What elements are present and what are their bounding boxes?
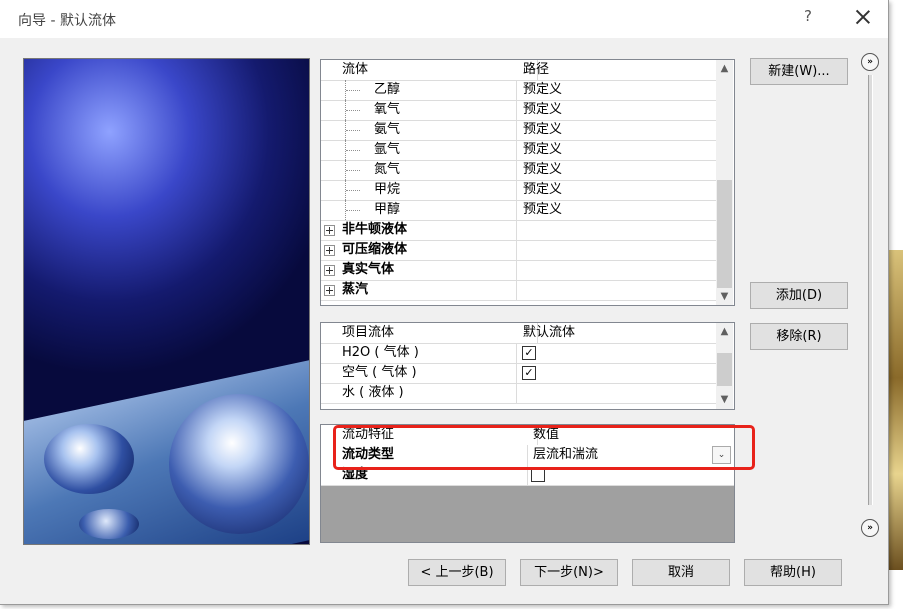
- fluids-grid[interactable]: 流体 路径 乙醇 预定义 氧气 预定义 氨气 预定义 氩气 预定义 氮气 预定义 甲烷 预定义 甲醇 预定…: [320, 59, 735, 306]
- fluid-item-row[interactable]: 氩气 预定义: [321, 140, 717, 161]
- fluid-path: 预定义: [523, 122, 563, 137]
- fluid-group-name: 可压缩液体: [342, 242, 408, 257]
- column-header-fluid: 流体: [321, 60, 538, 80]
- fluid-group-cell: 可压缩液体: [321, 240, 517, 260]
- fluid-path: 预定义: [523, 182, 563, 197]
- fluid-name: 甲醇: [374, 202, 401, 217]
- fluid-group-cell: 蒸汽: [321, 280, 517, 300]
- project-fluid-row[interactable]: 水 ( 液体 ): [321, 383, 717, 404]
- back-button[interactable]: < 上一步(B): [408, 559, 506, 586]
- fluid-name: 乙醇: [374, 82, 401, 97]
- default-fluid-checkbox[interactable]: ✓: [522, 366, 536, 380]
- tree-branch: [346, 150, 360, 151]
- fluid-name: 氮气: [374, 162, 401, 177]
- fluid-item-row[interactable]: 甲醇 预定义: [321, 200, 717, 221]
- column-header-path: 路径: [523, 62, 550, 77]
- fluid-group-row[interactable]: 可压缩液体: [321, 240, 717, 261]
- water-drop-small: [44, 424, 134, 494]
- scroll-up-icon[interactable]: ▲: [716, 60, 733, 77]
- fluid-name: 氩气: [374, 142, 401, 157]
- close-icon[interactable]: [850, 5, 876, 31]
- scroll-down-icon[interactable]: ▼: [716, 288, 733, 305]
- title-bar: 向导 - 默认流体 ?: [0, 0, 888, 38]
- splitter[interactable]: [868, 75, 873, 505]
- cancel-button[interactable]: 取消: [632, 559, 730, 586]
- project-fluids-grid[interactable]: 项目流体 默认流体 H2O ( 气体 ) ✓ 空气 ( 气体 ) ✓ 水 ( 液体 ) …: [320, 322, 735, 410]
- tree-branch: [346, 90, 360, 91]
- scroll-up-icon[interactable]: ▲: [716, 323, 733, 340]
- fluid-path: 预定义: [523, 82, 563, 97]
- scroll-thumb[interactable]: [717, 353, 732, 386]
- fluid-name: 氧气: [374, 102, 401, 117]
- fluid-name: 氨气: [374, 122, 401, 137]
- project-fluid-name: 空气 ( 气体 ): [321, 363, 517, 383]
- project-fluid-row[interactable]: H2O ( 气体 ) ✓: [321, 343, 717, 364]
- fluid-item-cell: 甲烷: [321, 180, 517, 200]
- help-icon[interactable]: ?: [798, 7, 818, 29]
- tree-branch: [346, 190, 360, 191]
- fluid-group-cell: 真实气体: [321, 260, 517, 280]
- double-chevron-up-icon[interactable]: »: [861, 53, 879, 71]
- fluids-grid-header: 流体 路径: [321, 60, 717, 81]
- fluid-item-row[interactable]: 氨气 预定义: [321, 120, 717, 141]
- fluid-name: 甲烷: [374, 182, 401, 197]
- fluid-group-name: 非牛顿液体: [342, 222, 408, 237]
- next-button[interactable]: 下一步(N)>: [520, 559, 618, 586]
- wizard-dialog: 向导 - 默认流体 ? 流体 路径 乙醇 预定义 氧气 预定义 氨气 预定义 氩气 预定义 氮气…: [0, 0, 889, 605]
- double-chevron-down-icon[interactable]: »: [861, 519, 879, 537]
- fluid-group-name: 蒸汽: [342, 282, 369, 297]
- tree-branch: [346, 170, 360, 171]
- expand-plus-icon[interactable]: [324, 285, 335, 296]
- highlight-box: [333, 425, 755, 470]
- fluid-item-row[interactable]: 甲烷 预定义: [321, 180, 717, 201]
- fluid-path: 预定义: [523, 102, 563, 117]
- help-button[interactable]: 帮助(H): [744, 559, 842, 586]
- column-header-default-fluid: 默认流体: [523, 325, 576, 340]
- fluid-path: 预定义: [523, 162, 563, 177]
- fluid-group-row[interactable]: 非牛顿液体: [321, 220, 717, 241]
- fluid-item-row[interactable]: 氧气 预定义: [321, 100, 717, 121]
- fluid-item-row[interactable]: 氮气 预定义: [321, 160, 717, 181]
- project-fluid-name: H2O ( 气体 ): [321, 343, 517, 363]
- window-title: 向导 - 默认流体: [18, 13, 116, 29]
- fluid-group-name: 真实气体: [342, 262, 395, 277]
- expand-plus-icon[interactable]: [324, 225, 335, 236]
- project-fluid-row[interactable]: 空气 ( 气体 ) ✓: [321, 363, 717, 384]
- project-fluid-name: 水 ( 液体 ): [321, 383, 517, 403]
- tree-branch: [346, 110, 360, 111]
- fluid-item-cell: 乙醇: [321, 80, 517, 100]
- tree-branch: [346, 210, 360, 211]
- fluid-item-cell: 氩气: [321, 140, 517, 160]
- fluids-grid-scrollbar[interactable]: ▲ ▼: [716, 60, 733, 305]
- project-grid-header: 项目流体 默认流体: [321, 323, 717, 344]
- fluid-item-cell: 氨气: [321, 120, 517, 140]
- water-drop-large: [169, 394, 309, 534]
- expand-plus-icon[interactable]: [324, 245, 335, 256]
- project-grid-scrollbar[interactable]: ▲ ▼: [716, 323, 733, 409]
- fluid-group-cell: 非牛顿液体: [321, 220, 517, 240]
- fluid-group-row[interactable]: 真实气体: [321, 260, 717, 281]
- column-header-project-fluid: 项目流体: [321, 323, 538, 343]
- fluid-item-cell: 氮气: [321, 160, 517, 180]
- fluid-item-cell: 氧气: [321, 100, 517, 120]
- fluid-item-cell: 甲醇: [321, 200, 517, 220]
- scroll-thumb[interactable]: [717, 180, 732, 288]
- scroll-down-icon[interactable]: ▼: [716, 391, 733, 408]
- fluid-item-row[interactable]: 乙醇 预定义: [321, 80, 717, 101]
- water-drop-tiny: [79, 509, 139, 539]
- remove-button[interactable]: 移除(R): [750, 323, 848, 350]
- humidity-checkbox[interactable]: [531, 468, 545, 482]
- wizard-illustration: [23, 58, 310, 545]
- expand-plus-icon[interactable]: [324, 265, 335, 276]
- fluid-path: 预定义: [523, 202, 563, 217]
- fluid-path: 预定义: [523, 142, 563, 157]
- new-button[interactable]: 新建(W)...: [750, 58, 848, 85]
- fluid-group-row[interactable]: 蒸汽: [321, 280, 717, 301]
- tree-branch: [346, 130, 360, 131]
- background-wallpaper: [888, 250, 903, 570]
- default-fluid-checkbox[interactable]: ✓: [522, 346, 536, 360]
- add-button[interactable]: 添加(D): [750, 282, 848, 309]
